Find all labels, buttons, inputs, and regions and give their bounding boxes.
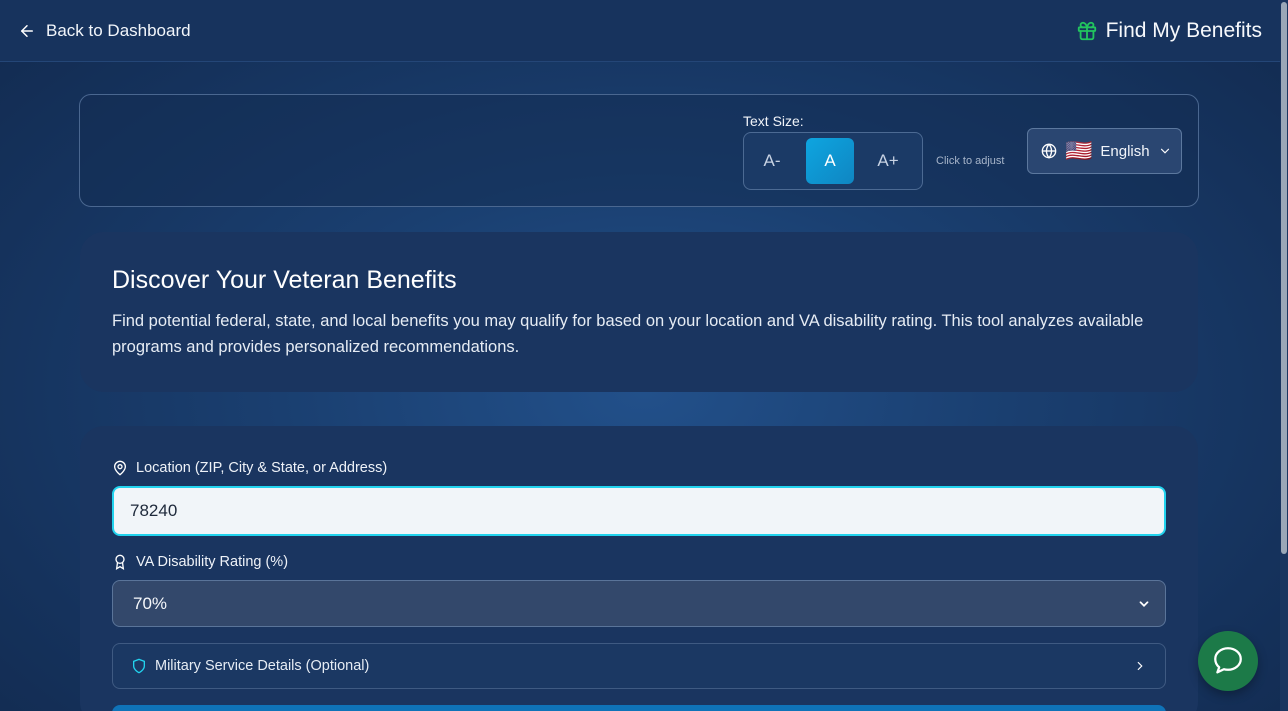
gift-icon xyxy=(1077,21,1096,40)
language-label: English xyxy=(1100,142,1150,160)
intro-description: Find potential federal, state, and local… xyxy=(112,312,1144,356)
military-label: Military Service Details (Optional) xyxy=(155,658,370,674)
arrow-left-icon xyxy=(21,24,33,37)
rating-label-text: VA Disability Rating (%) xyxy=(136,554,289,570)
chat-button[interactable] xyxy=(1198,631,1258,691)
location-input[interactable] xyxy=(112,486,1166,536)
map-pin-icon xyxy=(113,460,127,476)
normal-text-size-button[interactable]: A xyxy=(806,138,854,184)
submit-button[interactable] xyxy=(112,705,1166,711)
rating-label: VA Disability Rating (%) xyxy=(112,554,288,570)
page-brand: Find My Benefits xyxy=(1076,19,1262,43)
disability-rating-select[interactable]: 70% xyxy=(112,580,1166,627)
rating-value: 70% xyxy=(133,593,168,613)
chevron-right-icon xyxy=(1137,661,1143,671)
decrease-text-size-button[interactable]: A- xyxy=(748,138,796,184)
page-scrollbar[interactable] xyxy=(1280,0,1288,711)
text-size-controls: A- A A+ xyxy=(743,132,923,190)
click-to-adjust-hint: Click to adjust xyxy=(936,155,1005,167)
location-label: Location (ZIP, City & State, or Address) xyxy=(112,460,387,476)
back-label: Back to Dashboard xyxy=(46,20,191,40)
chevron-down-icon xyxy=(1160,148,1169,154)
top-bar: Back to Dashboard Find My Benefits xyxy=(0,0,1280,62)
page-title: Find My Benefits xyxy=(1105,18,1262,42)
increase-text-size-button[interactable]: A+ xyxy=(864,138,912,184)
chevron-down-icon xyxy=(1139,600,1149,607)
text-size-label: Text Size: xyxy=(743,113,804,129)
shield-icon xyxy=(133,658,145,674)
scrollbar-thumb[interactable] xyxy=(1281,2,1287,554)
globe-icon xyxy=(1041,143,1057,159)
benefits-form: Location (ZIP, City & State, or Address)… xyxy=(80,426,1198,711)
us-flag-icon: 🇺🇸 xyxy=(1065,138,1093,163)
military-service-details-toggle[interactable]: Military Service Details (Optional) xyxy=(112,643,1166,689)
back-to-dashboard-link[interactable]: Back to Dashboard xyxy=(18,21,191,41)
intro-title: Discover Your Veteran Benefits xyxy=(112,266,457,294)
award-icon xyxy=(115,554,125,570)
accessibility-settings-card: Text Size: A- A A+ Click to adjust 🇺🇸 En… xyxy=(79,94,1199,207)
language-select[interactable]: 🇺🇸 English xyxy=(1027,128,1182,174)
intro-card: Discover Your Veteran Benefits Find pote… xyxy=(80,232,1198,392)
chat-bubble-icon xyxy=(1214,647,1242,674)
location-label-text: Location (ZIP, City & State, or Address) xyxy=(136,460,388,476)
